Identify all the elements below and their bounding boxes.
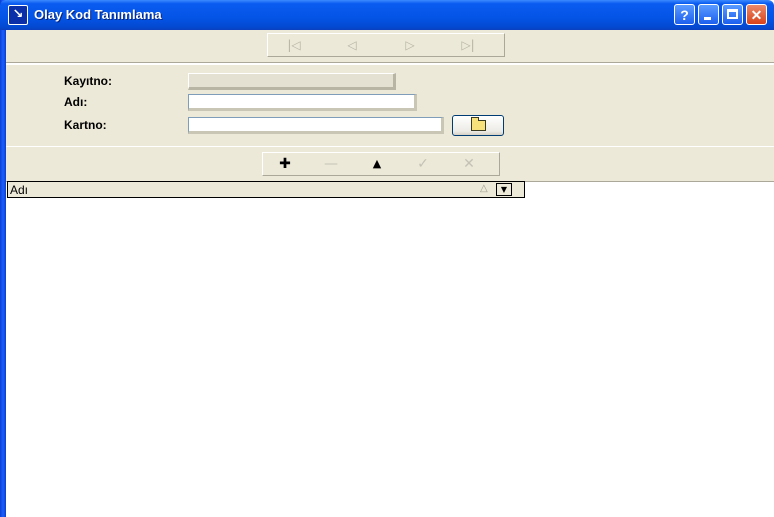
post-icon: ✓ (417, 156, 429, 172)
record-navigator: |◁ ◁ ▷ ▷| (267, 33, 505, 57)
next-record-button[interactable]: ▷ (390, 36, 430, 54)
form-panel: Kayıtno: Adı: Kartno: (6, 64, 774, 147)
grid-column-header[interactable]: Adı △ ▼ (7, 181, 525, 198)
sort-icon[interactable]: △ (480, 183, 488, 194)
first-record-button[interactable]: |◁ (274, 36, 314, 54)
folder-icon (471, 117, 486, 131)
window: ↘ Olay Kod Tanımlama ? ✕ |◁ ◁ ▷ ▷| Kayıt… (0, 0, 774, 517)
title-bar[interactable]: ↘ Olay Kod Tanımlama ? ✕ (0, 0, 774, 30)
edit-navigator: ✚ — ▲ ✓ ✕ (262, 152, 500, 176)
delete-icon: — (324, 156, 338, 172)
prior-record-icon: ◁ (347, 38, 357, 52)
cancel-icon: ✕ (463, 156, 475, 172)
maximize-icon (727, 9, 738, 19)
last-record-icon: ▷| (461, 38, 475, 52)
kartno-label: Kartno: (64, 118, 107, 132)
edit-button[interactable]: ▲ (357, 155, 397, 173)
kartno-input[interactable] (188, 117, 444, 134)
insert-button[interactable]: ✚ (265, 155, 305, 173)
next-record-icon: ▷ (405, 38, 415, 52)
last-record-button[interactable]: ▷| (448, 36, 488, 54)
kayitno-label: Kayıtno: (64, 74, 112, 88)
navigator-panel: |◁ ◁ ▷ ▷| (6, 30, 774, 63)
kayitno-field (188, 73, 396, 90)
edit-icon: ▲ (372, 157, 382, 170)
grid-body[interactable] (6, 198, 774, 517)
minimize-button[interactable] (698, 4, 719, 25)
close-button[interactable]: ✕ (746, 4, 767, 25)
prior-record-button[interactable]: ◁ (332, 36, 372, 54)
post-button[interactable]: ✓ (403, 155, 443, 173)
help-button[interactable]: ? (674, 4, 695, 25)
maximize-button[interactable] (722, 4, 743, 25)
column-adi-header[interactable]: Adı (10, 183, 28, 197)
adi-label: Adı: (64, 95, 88, 109)
system-menu-icon[interactable]: ↘ (8, 5, 28, 25)
insert-icon: ✚ (279, 156, 291, 172)
cancel-button[interactable]: ✕ (449, 155, 489, 173)
window-title: Olay Kod Tanımlama (34, 7, 162, 22)
edit-toolbar-panel: ✚ — ▲ ✓ ✕ (6, 146, 774, 182)
delete-button[interactable]: — (311, 155, 351, 173)
adi-input[interactable] (188, 94, 417, 111)
kartno-browse-button[interactable] (452, 115, 504, 136)
first-record-icon: |◁ (287, 38, 301, 52)
column-dropdown-button[interactable]: ▼ (496, 183, 512, 196)
minimize-icon (704, 17, 711, 20)
